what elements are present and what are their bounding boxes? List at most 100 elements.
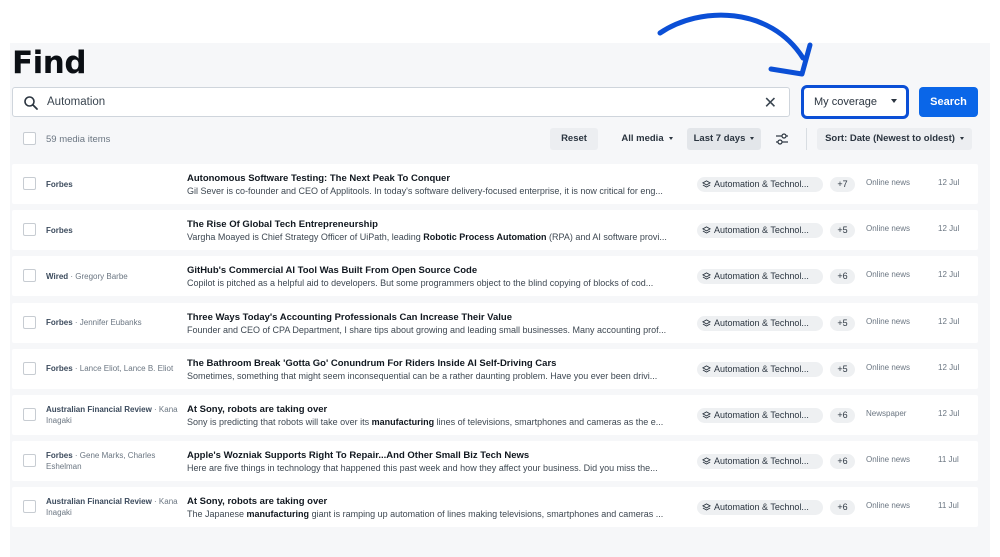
result-source: Wired · Gregory Barbe [46, 256, 184, 296]
coverage-select-value: My coverage [814, 96, 877, 108]
chevron-down-icon [959, 136, 964, 140]
topic-tag[interactable]: Automation & Technol... [697, 454, 823, 470]
topic-tag[interactable]: Automation & Technol... [697, 361, 823, 377]
media-filter-label: All media [621, 133, 664, 144]
topic-tag-label: Automation & Technol... [714, 317, 809, 328]
snippet-text: Vargha Moayed is Chief Strategy Officer … [187, 232, 424, 243]
result-snippet: Founder and CEO of CPA Department, I sha… [187, 324, 667, 335]
more-tags-badge[interactable]: +6 [830, 454, 855, 470]
layers-icon [702, 503, 711, 511]
row-checkbox[interactable] [23, 315, 36, 329]
topic-tag[interactable]: Automation & Technol... [697, 223, 823, 239]
topic-tag[interactable]: Automation & Technol... [697, 500, 823, 516]
date-range-label: Last 7 days [693, 133, 746, 144]
result-headline[interactable]: At Sony, robots are taking over [187, 404, 687, 415]
outlet-name[interactable]: Forbes [46, 318, 73, 327]
result-source: Forbes [46, 164, 184, 204]
publish-date: 12 Jul [938, 316, 960, 326]
result-row[interactable]: Forbes · Jennifer Eubanks Three Ways Toda… [12, 302, 978, 343]
result-headline[interactable]: GitHub's Commercial AI Tool Was Built Fr… [187, 265, 687, 276]
more-tags-badge[interactable]: +5 [830, 361, 855, 377]
toolbar-divider [806, 128, 807, 150]
close-icon[interactable]: ✕ [764, 93, 777, 113]
result-headline[interactable]: The Bathroom Break 'Gotta Go' Conundrum … [187, 358, 687, 369]
topic-tag[interactable]: Automation & Technol... [697, 315, 823, 331]
annotation-arrow-icon [657, 12, 813, 77]
search-button[interactable]: Search [919, 87, 978, 117]
snippet-text: Sony is predicting that robots will take… [187, 417, 372, 427]
result-headline[interactable]: Apple's Wozniak Supports Right To Repair… [187, 450, 687, 461]
more-tags-badge[interactable]: +7 [830, 177, 855, 192]
search-input[interactable]: Automation ✕ [12, 87, 790, 117]
more-tags-badge[interactable]: +6 [830, 408, 855, 423]
outlet-name[interactable]: Forbes [46, 364, 73, 373]
snippet-highlight: manufacturing [246, 509, 310, 520]
coverage-select[interactable]: My coverage [801, 85, 909, 119]
publish-date: 11 Jul [938, 501, 959, 511]
row-checkbox[interactable] [23, 223, 36, 237]
outlet-name[interactable]: Forbes [46, 226, 73, 235]
result-source: Australian Financial Review · Kana Inaga… [46, 487, 184, 527]
result-snippet: Sony is predicting that robots will take… [187, 417, 687, 427]
topic-tag-label: Automation & Technol... [714, 502, 809, 513]
results-toolbar: 59 media items Reset All media Last 7 da… [12, 128, 978, 150]
result-snippet: Sometimes, something that might seem inc… [187, 370, 658, 381]
select-all-checkbox[interactable] [23, 132, 36, 145]
topic-tag[interactable]: Automation & Technol... [697, 408, 823, 423]
outlet-name[interactable]: Forbes [46, 180, 73, 189]
more-tags-badge[interactable]: +5 [830, 315, 855, 331]
results-count: 59 media items [46, 134, 111, 145]
result-row[interactable]: Forbes Autonomous Software Testing: The N… [12, 164, 978, 204]
result-row[interactable]: Forbes · Lance Eliot, Lance B. Eliot The … [12, 348, 978, 389]
filter-settings-icon[interactable] [775, 132, 789, 146]
result-row[interactable]: Australian Financial Review · Kana Inaga… [12, 487, 978, 528]
topic-tag-label: Automation & Technol... [714, 179, 809, 189]
outlet-name[interactable]: Forbes [46, 451, 73, 460]
snippet-highlight: Robotic Process Automation [423, 232, 547, 243]
result-headline[interactable]: At Sony, robots are taking over [187, 496, 687, 507]
topic-tag-label: Automation & Technol... [714, 410, 809, 420]
page-title: Find [12, 45, 87, 81]
layers-icon [702, 272, 711, 280]
result-snippet: Gil Sever is co-founder and CEO of Appli… [187, 186, 663, 196]
result-row[interactable]: Forbes The Rise Of Global Tech Entreprene… [12, 210, 978, 251]
publish-date: 12 Jul [938, 270, 960, 280]
row-checkbox[interactable] [23, 177, 36, 190]
row-checkbox[interactable] [23, 361, 36, 375]
more-tags-badge[interactable]: +5 [830, 223, 855, 239]
date-range-dropdown[interactable]: Last 7 days [687, 128, 761, 150]
sort-dropdown[interactable]: Sort: Date (Newest to oldest) [817, 128, 972, 150]
outlet-name[interactable]: Australian Financial Review [46, 405, 152, 414]
chevron-down-icon [750, 136, 755, 140]
snippet-text: lines of televisions, smartphones and ca… [434, 417, 664, 427]
outlet-name[interactable]: Australian Financial Review [46, 497, 152, 506]
snippet-text: The Japanese [187, 509, 247, 520]
result-snippet: Vargha Moayed is Chief Strategy Officer … [187, 232, 687, 242]
result-headline[interactable]: The Rise Of Global Tech Entrepreneurship [187, 219, 687, 230]
more-tags-badge[interactable]: +6 [830, 269, 855, 285]
result-headline[interactable]: Autonomous Software Testing: The Next Pe… [187, 173, 687, 184]
more-tags-badge[interactable]: +6 [830, 500, 855, 516]
topic-tag[interactable]: Automation & Technol... [697, 177, 823, 192]
reset-button[interactable]: Reset [550, 128, 598, 150]
row-checkbox[interactable] [23, 500, 36, 514]
row-checkbox[interactable] [23, 454, 36, 468]
result-snippet: Here are five things in technology that … [187, 463, 658, 474]
row-checkbox[interactable] [23, 408, 36, 421]
result-row[interactable]: Forbes · Gene Marks, Charles Eshelman App… [12, 441, 978, 482]
topic-tag-label: Automation & Technol... [714, 271, 809, 282]
media-type: Online news [866, 316, 911, 326]
result-row[interactable]: Wired · Gregory Barbe GitHub's Commercial… [12, 256, 978, 297]
media-type: Online news [866, 178, 911, 187]
sort-label: Sort: Date (Newest to oldest) [825, 133, 955, 144]
layers-icon [702, 180, 711, 188]
topic-tag[interactable]: Automation & Technol... [697, 269, 823, 285]
row-checkbox[interactable] [23, 269, 36, 283]
result-headline[interactable]: Three Ways Today's Accounting Profession… [187, 312, 687, 323]
media-filter-dropdown[interactable]: All media [608, 128, 686, 150]
outlet-name[interactable]: Wired [46, 272, 68, 281]
layers-icon [702, 226, 711, 234]
media-type: Online news [866, 224, 911, 234]
result-row[interactable]: Australian Financial Review · Kana Inaga… [12, 395, 978, 435]
publish-date: 12 Jul [938, 178, 960, 187]
